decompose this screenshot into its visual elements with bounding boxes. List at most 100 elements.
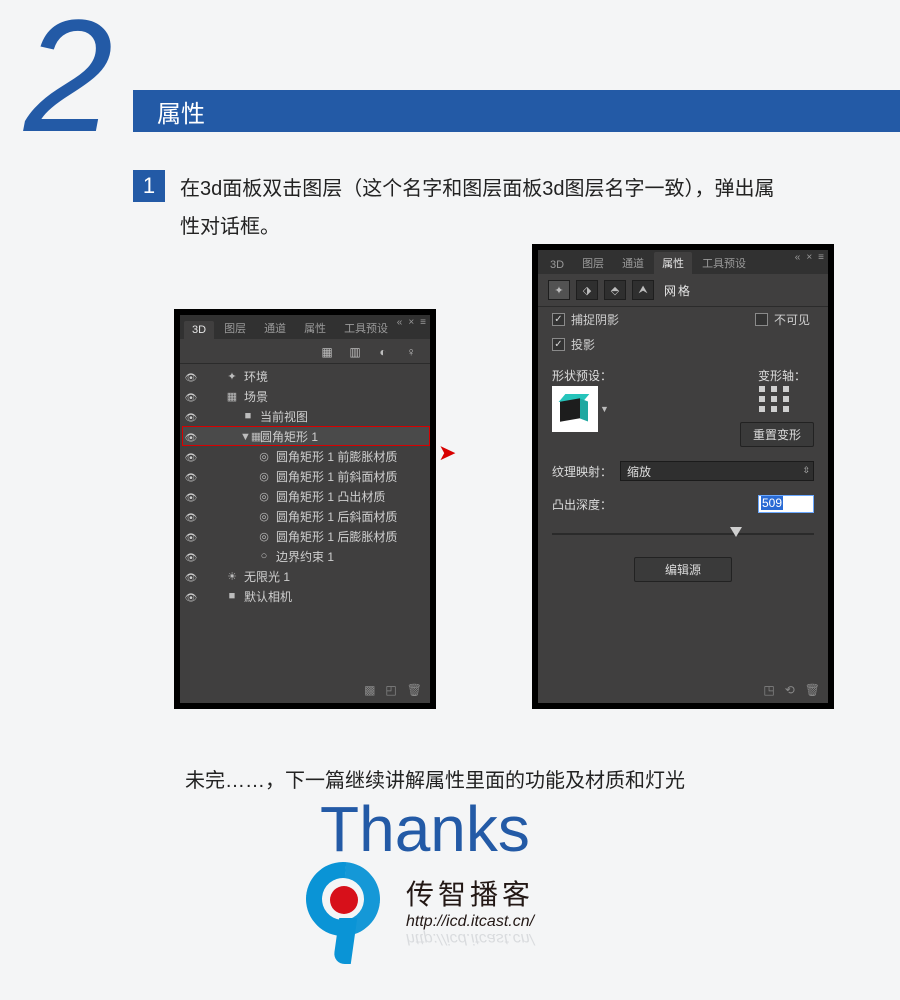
- invisible-checkbox[interactable]: ✓: [755, 313, 768, 326]
- tab-channels[interactable]: 通道: [256, 317, 294, 339]
- render-icon-r[interactable]: ◳: [763, 683, 774, 697]
- filter-scene-icon[interactable]: ▦: [320, 345, 334, 359]
- visibility-eye-icon[interactable]: [182, 469, 200, 484]
- tree-item-label: 圆角矩形 1 前斜面材质: [276, 468, 430, 485]
- mode-coord-icon[interactable]: ⮝: [632, 280, 654, 300]
- visibility-eye-icon[interactable]: [182, 449, 200, 464]
- tree-row[interactable]: ○边界约束 1: [182, 546, 430, 566]
- tab-tool-presets-r[interactable]: 工具预设: [694, 252, 754, 274]
- properties-panel: 3D 图层 通道 属性 工具预设 «×≡ ✦ ⬗ ⬘ ⮝ 网格 ✓ 捕捉阴影 ✓…: [533, 245, 833, 708]
- tree-item-icon: ■: [224, 590, 240, 602]
- section-number: 2: [24, 0, 113, 156]
- tab-3d[interactable]: 3D: [184, 321, 214, 339]
- mode-mesh-icon[interactable]: ✦: [548, 280, 570, 300]
- tree-row[interactable]: ◎圆角矩形 1 后膨胀材质: [182, 526, 430, 546]
- tree-item-icon: ☀: [224, 570, 240, 583]
- properties-panel-tabs: 3D 图层 通道 属性 工具预设 « × ≡: [538, 250, 828, 274]
- visibility-eye-icon[interactable]: [182, 569, 200, 584]
- 3d-tree: ✦环境▦场景■当前视图▼▦圆角矩形 1◎圆角矩形 1 前膨胀材质◎圆角矩形 1 …: [180, 364, 430, 608]
- visibility-eye-icon[interactable]: [182, 429, 200, 444]
- visibility-eye-icon[interactable]: [182, 389, 200, 404]
- tree-row[interactable]: ■ 当前视图: [182, 406, 430, 426]
- texture-map-label: 纹理映射：: [552, 463, 612, 480]
- visibility-eye-icon[interactable]: [182, 589, 200, 604]
- visibility-eye-icon[interactable]: [182, 409, 200, 424]
- tree-item-label: 环境: [244, 368, 430, 385]
- catch-shadow-checkbox[interactable]: ✓: [552, 313, 565, 326]
- extrude-depth-slider[interactable]: [552, 527, 814, 541]
- invisible-label: 不可见: [774, 311, 810, 328]
- brand-block: 传智播客 http://icd.itcast.cn/ http://icd.it…: [300, 860, 534, 960]
- filter-light-icon[interactable]: ♀: [404, 345, 418, 359]
- tree-item-icon: ■: [240, 410, 256, 422]
- brand-logo-icon: [300, 860, 390, 960]
- tree-row[interactable]: ◎圆角矩形 1 前膨胀材质: [182, 446, 430, 466]
- edit-source-button[interactable]: 编辑源: [634, 557, 732, 582]
- reset-icon[interactable]: ⟲: [785, 683, 795, 697]
- trash-icon[interactable]: 🗑: [407, 683, 422, 697]
- shape-preset-dropdown-icon[interactable]: ▼: [600, 404, 609, 414]
- section-title-bar: 属性: [133, 90, 900, 132]
- visibility-eye-icon[interactable]: [182, 549, 200, 564]
- tab-channels-r[interactable]: 通道: [614, 252, 652, 274]
- mode-deform-icon[interactable]: ⬗: [576, 280, 598, 300]
- tab-layers[interactable]: 图层: [216, 317, 254, 339]
- menu-icon[interactable]: ≡: [420, 317, 426, 328]
- extrude-depth-label: 凸出深度：: [552, 496, 612, 513]
- collapse-icon[interactable]: «: [397, 317, 403, 328]
- mode-cap-icon[interactable]: ⬘: [604, 280, 626, 300]
- render-icon[interactable]: ▩: [364, 683, 375, 697]
- collapse-icon-r[interactable]: «: [795, 252, 801, 263]
- deform-axis-grid[interactable]: [759, 386, 795, 412]
- tree-item-icon: ◎: [256, 530, 272, 543]
- menu-icon-r[interactable]: ≡: [818, 252, 824, 263]
- tree-row[interactable]: ✦ 环境: [182, 366, 430, 386]
- callout-arrow-icon: ➤: [438, 440, 456, 466]
- tree-item-icon: ◎: [256, 510, 272, 523]
- tree-row[interactable]: ▦场景: [182, 386, 430, 406]
- cast-shadow-checkbox[interactable]: ✓: [552, 338, 565, 351]
- tab-3d-r[interactable]: 3D: [542, 256, 572, 274]
- brand-url-reflection: http://icd.itcast.cn/: [406, 929, 534, 947]
- tab-properties[interactable]: 属性: [296, 317, 334, 339]
- extrude-depth-input[interactable]: 509: [758, 495, 814, 513]
- tab-tool-presets[interactable]: 工具预设: [336, 317, 396, 339]
- step-number-box: 1: [133, 170, 165, 202]
- tree-item-label: 无限光 1: [244, 568, 430, 585]
- visibility-eye-icon[interactable]: [182, 509, 200, 524]
- tree-item-label: 圆角矩形 1 凸出材质: [276, 488, 430, 505]
- tree-row[interactable]: ▼▦圆角矩形 1: [182, 426, 430, 446]
- tree-item-label: 圆角矩形 1 前膨胀材质: [276, 448, 430, 465]
- visibility-eye-icon[interactable]: [182, 489, 200, 504]
- tab-layers-r[interactable]: 图层: [574, 252, 612, 274]
- tree-item-label: 默认相机: [244, 588, 430, 605]
- visibility-eye-icon[interactable]: [182, 369, 200, 384]
- tree-item-icon: ✦: [224, 370, 240, 383]
- tree-item-label: 当前视图: [260, 408, 430, 425]
- close-icon[interactable]: ×: [408, 317, 414, 328]
- reset-deform-button[interactable]: 重置变形: [740, 422, 814, 447]
- trash-icon-r[interactable]: 🗑: [805, 683, 820, 697]
- texture-map-select[interactable]: 缩放⇳: [620, 461, 814, 481]
- shape-preset-label: 形状预设：: [552, 367, 612, 384]
- 3d-panel: 3D 图层 通道 属性 工具预设 « × ≡ ▦ ▥ ◐ ♀ ✦ 环境▦场景 ■ 当前视图…: [175, 310, 435, 708]
- filter-mesh-icon[interactable]: ▥: [348, 345, 362, 359]
- tree-row[interactable]: ☀ 无限光 1: [182, 566, 430, 586]
- brand-name: 传智播客: [406, 873, 534, 913]
- catch-shadow-label: 捕捉阴影: [571, 311, 619, 328]
- tree-item-icon: ▼▦: [240, 430, 256, 443]
- step-text: 在3d面板双击图层（这个名字和图层面板3d图层名字一致），弹出属性对话框。: [180, 170, 780, 246]
- shape-preset-swatch[interactable]: [552, 386, 598, 432]
- tree-row[interactable]: ◎ 圆角矩形 1 后斜面材质: [182, 506, 430, 526]
- close-icon-r[interactable]: ×: [806, 252, 812, 263]
- tree-item-label: 圆角矩形 1 后斜面材质: [276, 508, 430, 525]
- new-icon[interactable]: ◰: [385, 683, 396, 697]
- filter-material-icon[interactable]: ◐: [376, 345, 390, 359]
- tab-properties-r[interactable]: 属性: [654, 252, 692, 274]
- tree-row[interactable]: ■ 默认相机: [182, 586, 430, 606]
- tree-item-icon: ◎: [256, 490, 272, 503]
- visibility-eye-icon[interactable]: [182, 529, 200, 544]
- tree-row[interactable]: ◎ 圆角矩形 1 凸出材质: [182, 486, 430, 506]
- tree-row[interactable]: ◎ 圆角矩形 1 前斜面材质: [182, 466, 430, 486]
- tree-item-icon: ◎: [256, 470, 272, 483]
